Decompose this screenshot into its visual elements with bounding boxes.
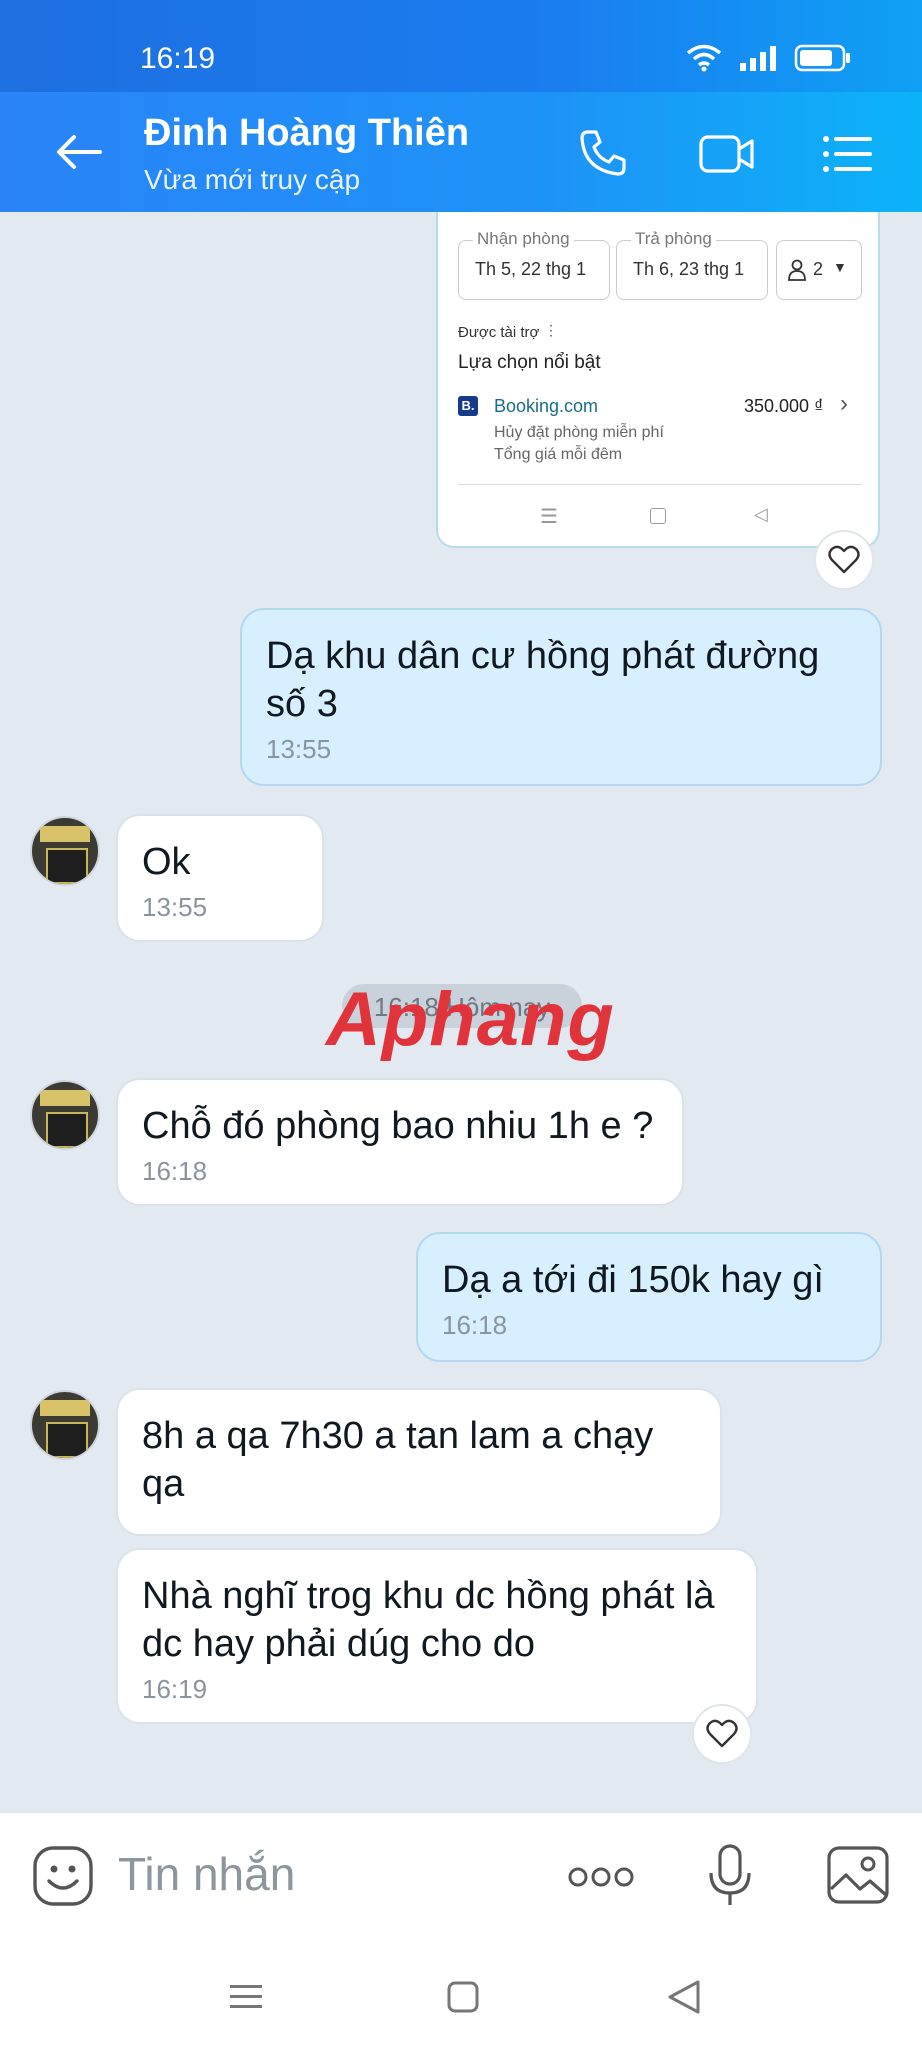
message-text: Ok (142, 841, 191, 883)
sponsored-label: Được tài trợ (458, 324, 540, 341)
status-bar: 16:19 (0, 0, 922, 92)
chevron-right-icon[interactable]: › (840, 390, 848, 418)
provider-name[interactable]: Booking.com (494, 396, 598, 417)
checkout-label: Trả phòng (631, 229, 716, 249)
shared-image-card[interactable]: Nhận phòng Th 5, 22 thg 1 Trả phòng Th 6… (436, 212, 880, 548)
avatar[interactable] (30, 1080, 100, 1150)
status-icons (686, 44, 852, 72)
nav-menu-icon: ☰ (540, 506, 558, 528)
video-icon[interactable] (698, 132, 756, 176)
more-icon[interactable] (566, 1865, 636, 1889)
guests-box: 2 ▼ (776, 240, 862, 300)
card-divider (458, 484, 862, 485)
message-bubble-sent[interactable]: Dạ a tới đi 150k hay gì 16:18 (416, 1232, 882, 1362)
message-input[interactable]: Tin nhắn (118, 1847, 295, 1901)
signal-icon (740, 46, 776, 71)
emoji-icon[interactable] (32, 1845, 94, 1907)
message-bubble-sent[interactable]: Dạ khu dân cư hồng phát đường số 3 13:55 (240, 608, 882, 786)
heart-button[interactable] (814, 530, 874, 590)
menu-icon[interactable] (822, 134, 874, 174)
free-cancel-text: Hủy đặt phòng miễn phí (494, 424, 664, 441)
back-icon[interactable] (666, 1978, 702, 2016)
featured-label: Lựa chọn nổi bật (458, 352, 601, 373)
status-time: 16:19 (140, 42, 216, 75)
nightly-price-text: Tổng giá mỗi đêm (494, 446, 623, 463)
home-icon[interactable] (446, 1980, 480, 2014)
phone-icon[interactable] (578, 128, 628, 178)
message-bubble-received[interactable]: 8h a qa 7h30 a tan lam a chạy qa (116, 1388, 722, 1536)
heart-button[interactable] (692, 1704, 752, 1764)
checkout-value: Th 6, 23 thg 1 (633, 259, 745, 279)
back-arrow-icon[interactable] (54, 132, 104, 172)
system-nav-bar (0, 1940, 922, 2048)
checkin-label: Nhận phòng (473, 229, 574, 249)
chat-area[interactable]: Nhận phòng Th 5, 22 thg 1 Trả phòng Th 6… (0, 212, 922, 1812)
message-text: Dạ a tới đi 150k hay gì (442, 1259, 824, 1301)
nav-back-icon: ◁ (754, 504, 768, 524)
image-icon[interactable] (826, 1845, 890, 1905)
wifi-icon (686, 44, 722, 72)
message-bubble-received[interactable]: Ok 13:55 (116, 814, 324, 942)
checkin-box: Nhận phòng Th 5, 22 thg 1 (458, 229, 610, 300)
price: 350.000 ₫ (744, 396, 824, 416)
guests-count: 2 (813, 259, 824, 279)
message-text: Chỗ đó phòng bao nhiu 1h e ? (142, 1105, 654, 1147)
message-composer: Tin nhắn (0, 1812, 922, 1941)
message-bubble-received[interactable]: Nhà nghĩ trog khu dc hồng phát là dc hay… (116, 1548, 758, 1724)
avatar[interactable] (30, 1390, 100, 1460)
recents-icon[interactable] (228, 1982, 264, 2012)
message-text: Nhà nghĩ trog khu dc hồng phát là dc hay… (142, 1575, 715, 1665)
heart-icon (706, 1719, 738, 1748)
message-time: 16:18 (442, 1310, 508, 1340)
watermark-logo: Aphang (326, 976, 615, 1063)
mic-icon[interactable] (706, 1843, 754, 1909)
message-bubble-received[interactable]: Chỗ đó phòng bao nhiu 1h e ? 16:18 (116, 1078, 684, 1206)
battery-icon (794, 44, 850, 72)
watermark-text: Aphang (326, 977, 615, 1062)
person-icon (788, 259, 806, 281)
checkout-box: Trả phòng Th 6, 23 thg 1 (616, 229, 768, 300)
message-time: 13:55 (142, 892, 208, 922)
contact-name[interactable]: Đinh Hoàng Thiên (144, 112, 469, 155)
message-time: 16:19 (142, 1674, 208, 1704)
info-dots-icon: ⋮ (544, 322, 558, 338)
message-text: 8h a qa 7h30 a tan lam a chạy qa (142, 1415, 654, 1505)
heart-icon (828, 545, 860, 574)
contact-status: Vừa mới truy cập (144, 164, 361, 195)
message-time: 16:18 (142, 1156, 208, 1186)
dropdown-icon: ▼ (833, 259, 847, 275)
chat-header: Đinh Hoàng Thiên Vừa mới truy cập (0, 92, 922, 212)
message-time: 13:55 (266, 734, 332, 764)
message-text: Dạ khu dân cư hồng phát đường số 3 (266, 635, 820, 725)
nav-home-icon (650, 508, 666, 524)
avatar[interactable] (30, 816, 100, 886)
checkin-value: Th 5, 22 thg 1 (475, 259, 587, 279)
booking-logo-icon: B. (458, 396, 478, 416)
